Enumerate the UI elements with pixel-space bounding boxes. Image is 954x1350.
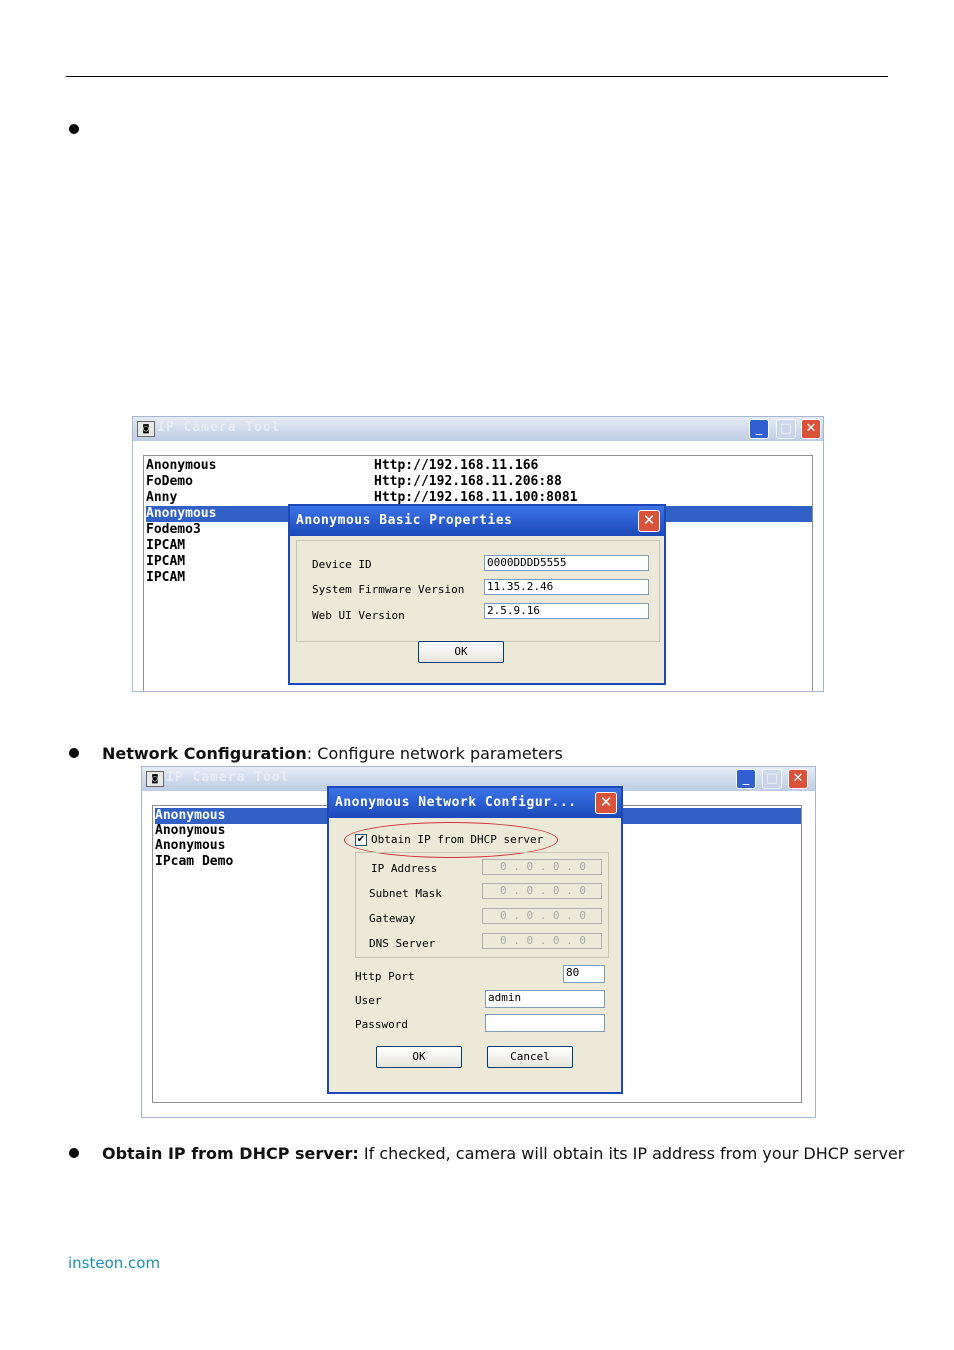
dialog-title-bar: Anonymous Network Configur... ✕: [329, 788, 621, 818]
dhcp-checkbox[interactable]: ✔: [355, 834, 367, 846]
dialog-title-bar: Anonymous Basic Properties ✕: [290, 506, 664, 536]
webui-version-label: Web UI Version: [312, 609, 405, 622]
gateway-field[interactable]: 0 . 0 . 0 . 0: [482, 908, 602, 924]
firmware-version-field: 11.35.2.46: [484, 579, 649, 595]
header-rule: [66, 76, 888, 77]
close-button[interactable]: ✕: [801, 419, 821, 439]
maximize-button[interactable]: □: [762, 769, 782, 789]
ip-address-field[interactable]: 0 . 0 . 0 . 0: [482, 859, 602, 875]
dialog-title: Anonymous Basic Properties: [296, 513, 513, 528]
password-label: Password: [355, 1018, 408, 1031]
window-title: IP Camera Tool: [166, 770, 290, 785]
maximize-button[interactable]: □: [776, 419, 796, 439]
device-id-field: 0000DDDD5555: [484, 555, 649, 571]
dns-server-label: DNS Server: [369, 937, 436, 950]
minimize-button[interactable]: _: [749, 419, 769, 439]
user-label: User: [355, 994, 382, 1007]
minimize-button[interactable]: _: [736, 769, 756, 789]
cancel-button[interactable]: Cancel: [487, 1046, 573, 1068]
user-field[interactable]: admin: [485, 990, 605, 1008]
network-configuration-text: Network Configuration: Configure network…: [102, 744, 563, 763]
bullet: [69, 748, 79, 758]
camera-tool-icon: ◙: [146, 771, 164, 787]
close-button[interactable]: ✕: [788, 769, 808, 789]
bullet: [69, 1148, 79, 1158]
basic-properties-dialog: Anonymous Basic Properties ✕ Device ID 0…: [288, 504, 666, 685]
title-bar: ◙ IP Camera Tool _ □ ✕: [133, 417, 823, 441]
device-url: Http://192.168.11.206:88: [374, 474, 562, 489]
camera-tool-icon: ◙: [137, 421, 155, 437]
subnet-mask-field[interactable]: 0 . 0 . 0 . 0: [482, 883, 602, 899]
device-url: Http://192.168.11.166: [374, 458, 539, 473]
footer-link[interactable]: insteon.com: [68, 1254, 160, 1272]
dialog-close-button[interactable]: ✕: [595, 792, 617, 814]
ok-button[interactable]: OK: [376, 1046, 462, 1068]
http-port-label: Http Port: [355, 970, 415, 983]
webui-version-field: 2.5.9.16: [484, 603, 649, 619]
dhcp-description-text: Obtain IP from DHCP server: If checked, …: [102, 1144, 905, 1163]
bullet-empty: [69, 124, 79, 134]
subnet-mask-label: Subnet Mask: [369, 887, 442, 900]
gateway-label: Gateway: [369, 912, 416, 925]
dialog-close-button[interactable]: ✕: [638, 510, 660, 532]
firmware-version-label: System Firmware Version: [312, 583, 465, 596]
dns-server-field[interactable]: 0 . 0 . 0 . 0: [482, 933, 602, 949]
device-id-label: Device ID: [312, 558, 372, 571]
http-port-field[interactable]: 80: [563, 965, 605, 983]
ip-address-label: IP Address: [371, 862, 438, 875]
dhcp-label: Obtain IP from DHCP server: [371, 833, 544, 846]
network-configuration-dialog: Anonymous Network Configur... ✕ ✔ Obtain…: [327, 786, 623, 1094]
dialog-title: Anonymous Network Configur...: [335, 795, 577, 810]
ok-button[interactable]: OK: [418, 641, 504, 663]
device-url: Http://192.168.11.100:8081: [374, 490, 578, 505]
password-field[interactable]: [485, 1014, 605, 1032]
window-title: IP Camera Tool: [157, 420, 281, 435]
